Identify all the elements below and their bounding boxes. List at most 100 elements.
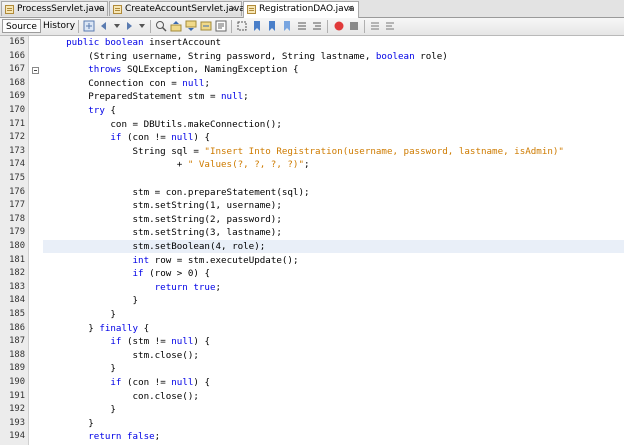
find-icon[interactable] — [155, 20, 167, 32]
close-icon[interactable]: × — [95, 2, 103, 17]
keyword-token: public boolean — [66, 37, 144, 48]
toggle-rectangular-selection-icon[interactable] — [236, 20, 248, 32]
code-line[interactable]: if (row > 0) { — [44, 268, 210, 279]
line-number: 165 — [9, 37, 25, 47]
code-line[interactable]: (String username, String password, Strin… — [44, 51, 448, 62]
code-line[interactable]: stm.setString(1, username); — [44, 200, 282, 211]
line-number: 170 — [9, 105, 25, 115]
source-view-button[interactable]: Source — [2, 19, 41, 33]
toggle-highlight-search-icon[interactable] — [215, 20, 227, 32]
code-token: stm.setString(1, username); — [44, 200, 282, 212]
code-line[interactable]: try { — [44, 105, 116, 116]
comment-icon[interactable] — [369, 20, 381, 32]
code-line[interactable]: } — [44, 295, 139, 307]
line-number: 177 — [9, 200, 25, 211]
tab-label: CreateAccountServlet.java — [125, 4, 245, 14]
keyword-token: finally — [99, 322, 139, 334]
previous-bookmark-icon[interactable] — [251, 20, 263, 32]
line-number: 189 — [9, 363, 25, 374]
next-bookmark-icon[interactable] — [266, 20, 278, 32]
code-token: stm.setString(2, password); — [44, 213, 282, 225]
record-macro-icon[interactable] — [333, 20, 345, 32]
code-token: (row > 0) { — [143, 268, 210, 280]
code-line[interactable]: stm.setString(3, lastname); — [44, 227, 282, 238]
code-line[interactable]: stm.setBoolean(4, role); — [44, 241, 266, 252]
code-line[interactable]: return true; — [44, 282, 221, 293]
code-line[interactable]: stm.close(); — [44, 350, 199, 361]
find-previous-icon[interactable] — [170, 20, 182, 32]
line-number: 188 — [9, 349, 25, 360]
tab-processservlet[interactable]: ProcessServlet.java × — [1, 1, 108, 16]
line-number: 187 — [9, 336, 25, 347]
code-line[interactable]: if (stm != null) { — [44, 336, 210, 347]
keyword-token: throws — [88, 64, 122, 76]
keyword-token: null — [221, 91, 244, 103]
close-icon[interactable]: × — [346, 2, 354, 17]
code-line[interactable]: + " Values(?, ?, ?, ?)"; — [44, 159, 310, 170]
code-line[interactable]: stm.setString(2, password); — [44, 214, 282, 225]
code-line[interactable]: } — [44, 418, 94, 429]
toolbar-separator — [231, 20, 232, 33]
history-view-button[interactable]: History — [40, 19, 78, 33]
code-token: (con != — [121, 132, 172, 144]
line-number: 169 — [9, 91, 25, 102]
line-number: 172 — [9, 132, 25, 143]
code-token: } — [44, 363, 116, 375]
code-line[interactable]: if (con != null) { — [44, 132, 210, 143]
string-token: " Values(?, ?, ?, ?)" — [187, 159, 304, 171]
code-line[interactable]: throws SQLException, NamingException { — [44, 64, 298, 75]
code-line[interactable]: } — [44, 404, 116, 415]
code-token: } — [44, 322, 100, 334]
code-line[interactable]: public boolean insertAccount — [44, 37, 221, 48]
code-line[interactable]: con = DBUtils.makeConnection(); — [44, 119, 281, 130]
line-number: 185 — [9, 309, 25, 319]
code-line[interactable]: } finally { — [44, 323, 149, 334]
code-line[interactable]: return false; — [44, 431, 160, 442]
chevron-down-icon[interactable] — [136, 20, 148, 32]
code-line[interactable]: } — [44, 309, 116, 320]
last-edit-icon[interactable] — [83, 20, 95, 32]
code-token: { — [138, 322, 150, 334]
uncomment-icon[interactable] — [384, 20, 396, 32]
shift-right-icon[interactable] — [311, 20, 323, 32]
forward-icon[interactable] — [123, 20, 135, 32]
find-selection-icon[interactable] — [200, 20, 212, 32]
find-next-icon[interactable] — [185, 20, 197, 32]
code-token: ; — [215, 281, 222, 293]
code-line[interactable]: PreparedStatement stm = null; — [44, 91, 248, 103]
close-icon[interactable]: × — [229, 2, 237, 17]
code-line[interactable]: } — [44, 363, 116, 374]
code-line[interactable]: if (con != null) { — [44, 377, 210, 388]
code-line[interactable]: stm = con.prepareStatement(sql); — [44, 187, 310, 198]
stop-macro-icon[interactable] — [348, 20, 360, 32]
toolbar-separator — [78, 20, 79, 33]
fold-toggle-icon[interactable] — [32, 67, 39, 75]
keyword-token: if — [110, 377, 122, 388]
keyword-token: null — [171, 336, 194, 348]
shift-left-icon[interactable] — [296, 20, 308, 32]
code-token: } — [44, 309, 116, 320]
toolbar-separator — [364, 20, 365, 33]
keyword-token: return false — [88, 431, 155, 443]
line-number: 176 — [9, 186, 25, 197]
toolbar-separator — [150, 20, 151, 33]
line-number: 181 — [9, 254, 25, 265]
editor-toolbar: Source History — [0, 18, 624, 36]
tab-registrationdao[interactable]: RegistrationDAO.java × — [243, 1, 359, 18]
keyword-token: int — [132, 254, 150, 266]
code-token: } — [44, 295, 139, 307]
code-token: Connection con = — [44, 77, 183, 89]
code-line[interactable]: Connection con = null; — [44, 78, 210, 89]
code-token: stm = con.prepareStatement(sql); — [44, 186, 310, 198]
code-line[interactable]: String sql = "Insert Into Registration(u… — [44, 146, 564, 157]
back-icon[interactable] — [98, 20, 110, 32]
code-line[interactable]: con.close(); — [44, 391, 199, 402]
tab-createaccountservlet[interactable]: CreateAccountServlet.java × — [109, 1, 245, 17]
code-line[interactable]: int row = stm.executeUpdate(); — [44, 254, 299, 266]
chevron-down-icon[interactable] — [111, 20, 123, 32]
keyword-token: if — [132, 268, 144, 280]
toggle-bookmark-icon[interactable] — [281, 20, 293, 32]
